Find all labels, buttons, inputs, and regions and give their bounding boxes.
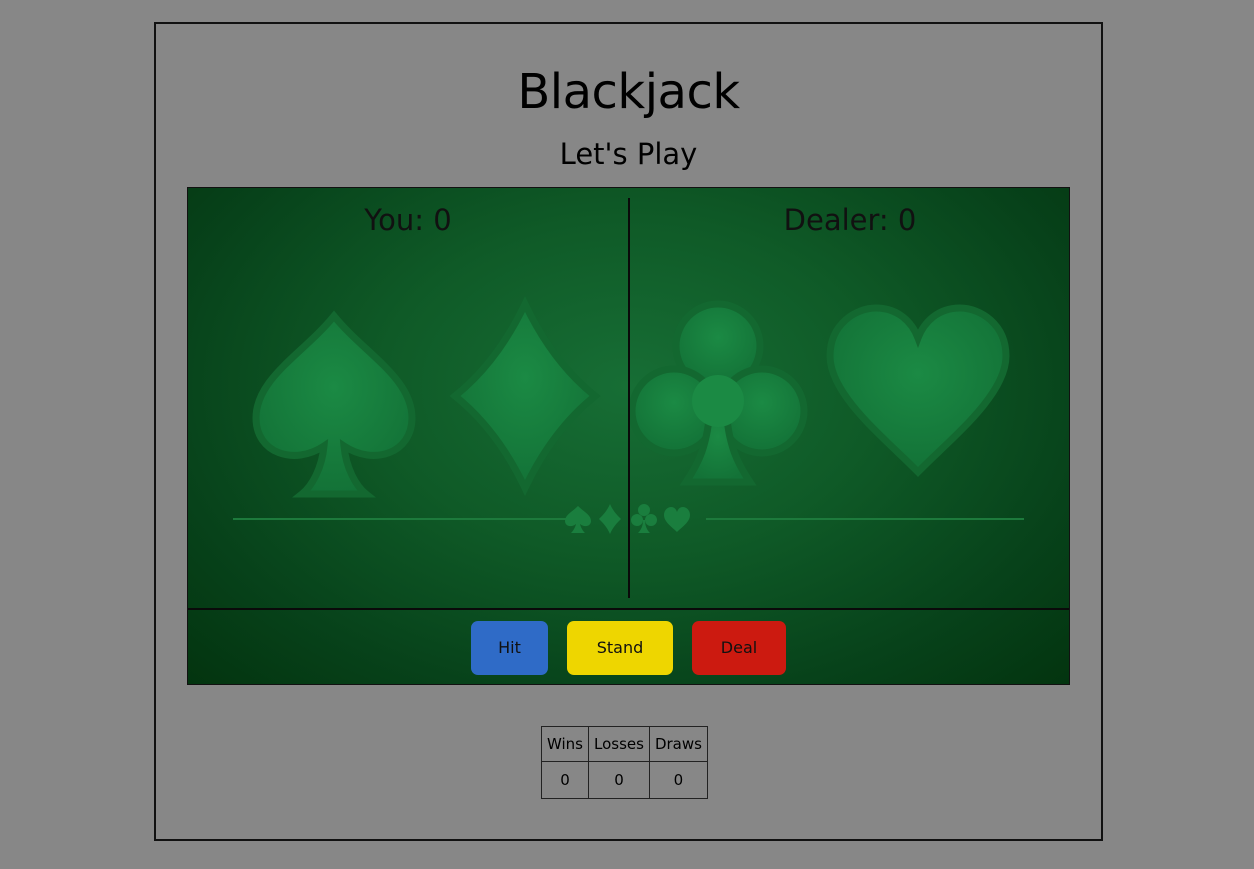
hit-button[interactable]: Hit — [471, 621, 548, 675]
deal-button[interactable]: Deal — [692, 621, 786, 675]
small-spade-icon — [565, 506, 591, 533]
results-value-row: 0 0 0 — [541, 761, 708, 799]
game-container: Blackjack Let's Play You: 0 Dealer: 0 Hi… — [154, 22, 1103, 841]
player-dealer-divider — [628, 198, 630, 598]
losses-header: Losses — [588, 726, 650, 762]
page-subtitle: Let's Play — [559, 137, 698, 171]
controls-bar: Hit Stand Deal — [188, 608, 1069, 684]
wins-value: 0 — [541, 761, 589, 799]
spade-icon — [252, 310, 416, 498]
stand-button[interactable]: Stand — [567, 621, 673, 675]
diamond-icon — [449, 295, 601, 497]
game-table: You: 0 Dealer: 0 Hit Stand Deal — [187, 187, 1070, 685]
draws-value: 0 — [648, 761, 708, 799]
page-title: Blackjack — [517, 64, 740, 120]
results-header-row: Wins Losses Draws — [541, 726, 708, 762]
small-heart-icon — [664, 507, 690, 532]
small-club-icon — [631, 504, 657, 533]
losses-value: 0 — [588, 761, 650, 799]
wins-header: Wins — [541, 726, 589, 762]
heart-icon — [826, 304, 1010, 478]
club-icon — [628, 300, 808, 486]
small-diamond-icon — [599, 504, 621, 534]
results-table: Wins Losses Draws 0 0 0 — [541, 726, 708, 799]
draws-header: Draws — [648, 726, 708, 762]
dealer-score: Dealer: 0 — [783, 203, 917, 237]
player-score: You: 0 — [364, 203, 452, 237]
